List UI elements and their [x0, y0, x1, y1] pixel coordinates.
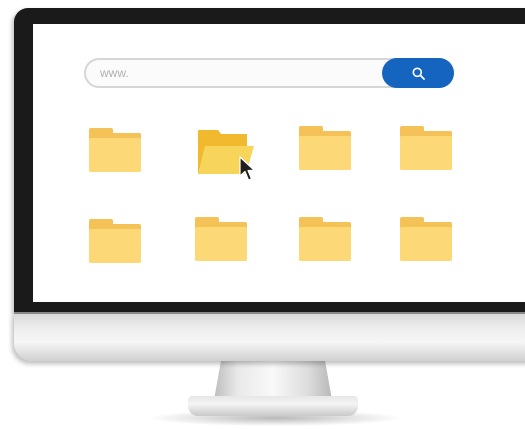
- imac-illustration: [0, 0, 525, 429]
- url-search-bar: [84, 58, 454, 88]
- search-button[interactable]: [382, 58, 454, 88]
- folder-front: [400, 227, 452, 261]
- folder-front: [89, 138, 141, 172]
- pointer-cursor-icon: [239, 156, 256, 181]
- folder-front: [299, 136, 351, 170]
- monitor-stand-base: [188, 396, 358, 416]
- folder-icon[interactable]: [400, 217, 452, 261]
- search-icon: [412, 67, 425, 80]
- folder-front: [195, 227, 247, 261]
- folder-icon[interactable]: [400, 126, 452, 170]
- folder-icon[interactable]: [89, 128, 141, 172]
- url-input[interactable]: [100, 60, 380, 86]
- folder-icon[interactable]: [299, 217, 351, 261]
- folder-icon[interactable]: [89, 219, 141, 263]
- folder-front: [299, 227, 351, 261]
- monitor-chin-divider: [14, 312, 525, 314]
- folder-icon[interactable]: [299, 126, 351, 170]
- monitor-stand-neck: [214, 360, 332, 400]
- folder-icon[interactable]: [195, 217, 247, 261]
- monitor-chin: [14, 313, 525, 361]
- folder-front: [400, 136, 452, 170]
- folder-front: [89, 229, 141, 263]
